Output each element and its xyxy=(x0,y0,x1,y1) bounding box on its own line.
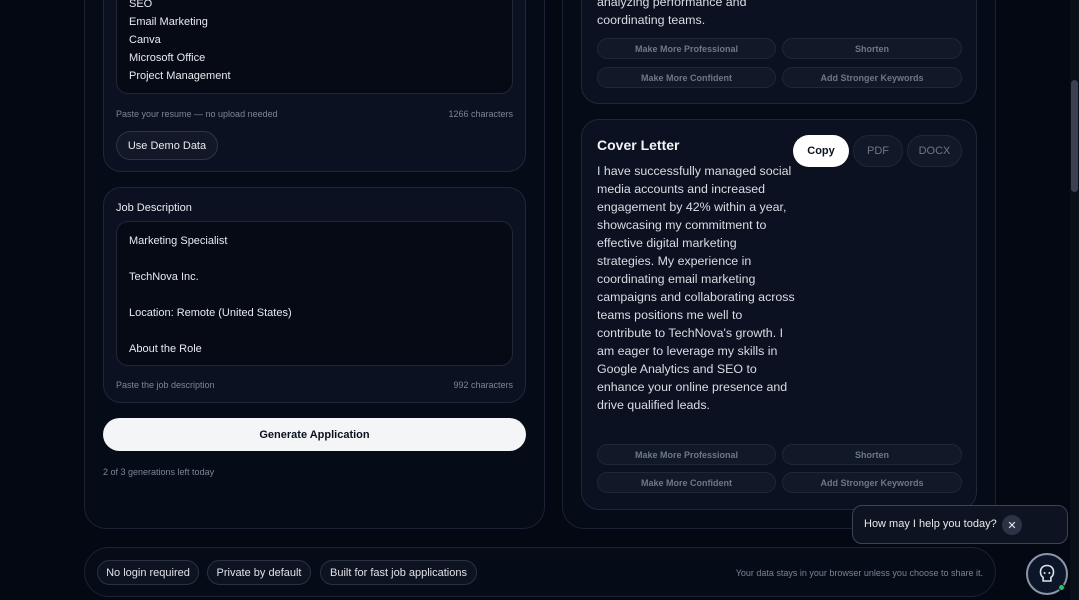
generation-quota: 2 of 3 generations left today xyxy=(103,467,215,477)
resume-line: SEO xyxy=(129,0,153,10)
resume-line: Microsoft Office xyxy=(129,52,206,64)
job-line: TechNova Inc. xyxy=(129,271,199,283)
job-line: About the Role xyxy=(129,343,202,355)
pdf-button[interactable]: PDF xyxy=(853,135,903,167)
resume-textarea[interactable]: SEO Email Marketing Canva Microsoft Offi… xyxy=(116,0,513,94)
shorten-button[interactable]: Shorten xyxy=(782,38,962,59)
chat-prompt-text: How may I help you today? xyxy=(864,518,997,530)
job-description-textarea[interactable]: Marketing Specialist TechNova Inc. Locat… xyxy=(116,221,513,366)
badge-private: Private by default xyxy=(207,560,311,585)
add-stronger-keywords-button[interactable]: Add Stronger Keywords xyxy=(782,472,962,493)
cover-letter-card: Cover Letter Copy PDF DOCX I have succes… xyxy=(581,119,977,510)
docx-button[interactable]: DOCX xyxy=(907,135,962,167)
resume-line: Project Management xyxy=(129,70,231,82)
job-description-label: Job Description xyxy=(116,202,192,214)
make-more-professional-button[interactable]: Make More Professional xyxy=(597,444,776,465)
online-status-dot xyxy=(1058,584,1065,591)
job-description-card: Job Description Marketing Specialist Tec… xyxy=(103,187,526,403)
resume-line: Canva xyxy=(129,34,161,46)
resume-card: SEO Email Marketing Canva Microsoft Offi… xyxy=(103,0,526,172)
resume-line: Email Marketing xyxy=(129,16,208,28)
add-stronger-keywords-button[interactable]: Add Stronger Keywords xyxy=(782,67,962,88)
cover-letter-title: Cover Letter xyxy=(597,137,680,153)
resume-output-text: analyzing performance and coordinating t… xyxy=(597,0,747,27)
chat-prompt-bubble[interactable]: How may I help you today? ✕ xyxy=(852,505,1068,544)
badge-no-login: No login required xyxy=(97,560,199,585)
cover-letter-body: I have successfully managed social media… xyxy=(597,164,795,412)
page-scrollbar[interactable] xyxy=(1070,0,1079,600)
privacy-note: Your data stays in your browser unless y… xyxy=(735,568,983,578)
resume-output-card: analyzing performance and coordinating t… xyxy=(581,0,977,104)
chat-bot-icon xyxy=(1039,564,1055,582)
shorten-button[interactable]: Shorten xyxy=(782,444,962,465)
job-hint: Paste the job description xyxy=(116,380,215,390)
footer-bar: No login required Private by default Bui… xyxy=(84,547,996,597)
generate-application-button[interactable]: Generate Application xyxy=(103,418,526,451)
job-char-count: 992 characters xyxy=(453,380,513,390)
make-more-confident-button[interactable]: Make More Confident xyxy=(597,67,776,88)
copy-button[interactable]: Copy xyxy=(793,135,849,167)
scrollbar-thumb[interactable] xyxy=(1071,80,1078,192)
chat-launcher-button[interactable] xyxy=(1026,553,1068,595)
make-more-confident-button[interactable]: Make More Confident xyxy=(597,472,776,493)
resume-char-count: 1266 characters xyxy=(448,109,513,119)
use-demo-data-button[interactable]: Use Demo Data xyxy=(116,131,218,160)
make-more-professional-button[interactable]: Make More Professional xyxy=(597,38,776,59)
resume-hint: Paste your resume — no upload needed xyxy=(116,109,278,119)
job-line: Marketing Specialist xyxy=(129,235,228,247)
badge-fast-applications: Built for fast job applications xyxy=(320,560,477,585)
close-icon[interactable]: ✕ xyxy=(1002,515,1022,535)
job-line: Location: Remote (United States) xyxy=(129,307,292,319)
